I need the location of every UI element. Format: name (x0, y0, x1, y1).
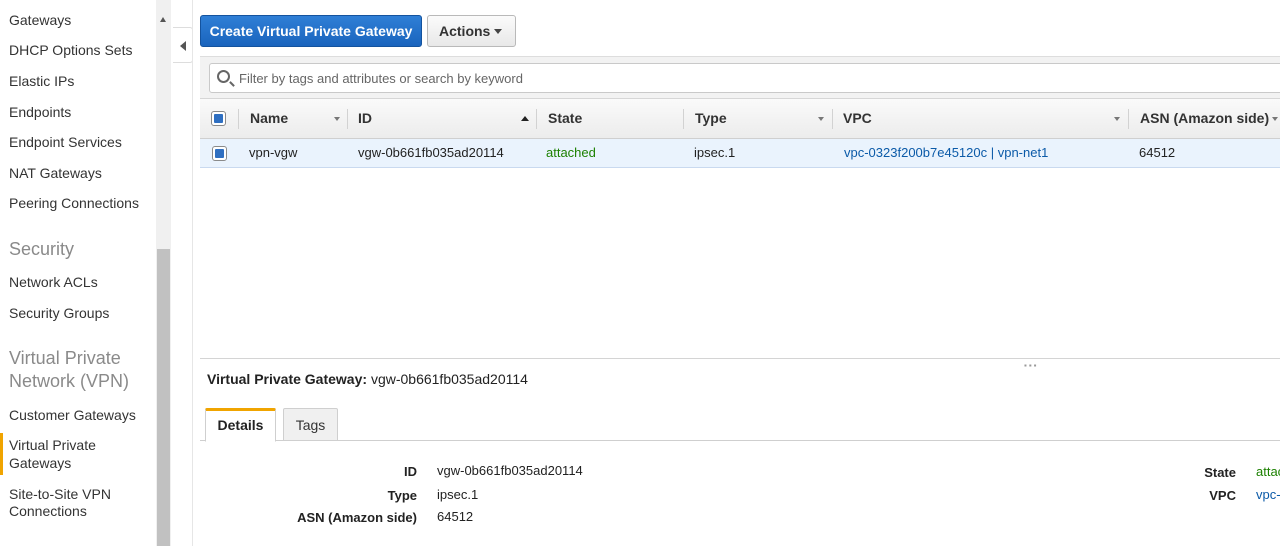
sidebar-item-network-acls[interactable]: Network ACLs (9, 273, 98, 291)
sidebar: Gateways DHCP Options Sets Elastic IPs E… (0, 0, 156, 546)
column-header-type[interactable]: Type (695, 99, 727, 139)
filter-input[interactable]: Filter by tags and attributes or search … (209, 63, 1280, 93)
column-separator (347, 109, 348, 129)
field-label-asn: ASN (Amazon side) (297, 510, 417, 525)
sidebar-active-indicator (0, 433, 3, 475)
sort-icon[interactable] (1272, 117, 1278, 121)
column-separator (683, 109, 684, 129)
scrollbar-thumb[interactable] (157, 249, 170, 546)
sidebar-item-peering-connections[interactable]: Peering Connections (9, 194, 139, 212)
table-row[interactable]: vpn-vgw vgw-0b661fb035ad20114 attached i… (200, 139, 1280, 168)
sidebar-scrollbar[interactable] (156, 0, 171, 546)
column-header-asn[interactable]: ASN (Amazon side) (1140, 99, 1269, 139)
detail-title: Virtual Private Gateway: vgw-0b661fb035a… (207, 371, 528, 387)
collapse-sidebar-button[interactable] (173, 27, 193, 63)
search-icon (217, 70, 230, 83)
field-value-asn: 64512 (437, 509, 474, 524)
cell-type: ipsec.1 (694, 145, 736, 160)
create-virtual-private-gateway-button[interactable]: Create Virtual Private Gateway (200, 15, 422, 47)
column-separator (536, 109, 537, 129)
tabs-baseline (200, 440, 1280, 441)
column-header-vpc[interactable]: VPC (843, 99, 872, 139)
column-header-id[interactable]: ID (358, 99, 372, 139)
chevron-down-icon (494, 29, 502, 34)
detail-title-value: vgw-0b661fb035ad20114 (370, 371, 528, 387)
sort-ascending-icon[interactable] (521, 116, 529, 121)
chevron-left-icon (180, 41, 186, 51)
sidebar-item-nat-gateways[interactable]: NAT Gateways (9, 164, 102, 182)
select-all-checkbox[interactable] (211, 111, 226, 126)
actions-label: Actions (439, 23, 491, 39)
table-header: Name ID State Type VPC ASN (Amazon side) (200, 98, 1280, 139)
resize-grip-icon[interactable]: ▪▪▪ (1024, 361, 1039, 370)
sidebar-item-virtual-private-gateways-line1[interactable]: Virtual Private (9, 436, 96, 454)
cell-id: vgw-0b661fb035ad20114 (358, 145, 504, 160)
filter-placeholder: Filter by tags and attributes or search … (239, 71, 523, 86)
sidebar-item-dhcp-options-sets[interactable]: DHCP Options Sets (9, 41, 132, 59)
sort-icon[interactable] (1114, 117, 1120, 121)
column-separator (238, 109, 239, 129)
field-value-id: vgw-0b661fb035ad20114 (437, 463, 583, 478)
field-label-type: Type (387, 488, 417, 503)
field-label-vpc: VPC (1209, 488, 1236, 503)
cell-name: vpn-vgw (249, 145, 298, 160)
field-label-state: State (1204, 465, 1236, 480)
sidebar-heading-vpn-line2: Network (VPN) (9, 371, 130, 391)
scroll-up-icon[interactable] (160, 17, 166, 22)
actions-button[interactable]: Actions (427, 15, 516, 47)
content-divider (192, 0, 193, 546)
tab-details[interactable]: Details (205, 408, 276, 442)
column-header-name[interactable]: Name (250, 99, 288, 139)
column-separator (832, 109, 833, 129)
sidebar-heading-vpn-line1: Virtual Private (9, 348, 121, 368)
column-separator (1128, 109, 1129, 129)
cell-state: attached (546, 145, 596, 160)
cell-asn: 64512 (1139, 145, 1176, 160)
sort-icon[interactable] (334, 117, 340, 121)
sidebar-item-site-to-site-vpn-line2[interactable]: Connections (9, 502, 87, 520)
cell-vpc-link[interactable]: vpc-0323f200b7e45120c | vpn-net1 (844, 139, 1048, 167)
field-value-type: ipsec.1 (437, 487, 479, 502)
tab-tags[interactable]: Tags (283, 408, 338, 441)
row-checkbox[interactable] (212, 146, 227, 161)
sidebar-item-customer-gateways[interactable]: Customer Gateways (9, 406, 136, 424)
sort-icon[interactable] (818, 117, 824, 121)
sidebar-item-virtual-private-gateways-line2[interactable]: Gateways (9, 454, 71, 472)
detail-title-label: Virtual Private Gateway: (207, 371, 368, 387)
sidebar-item-security-groups[interactable]: Security Groups (9, 304, 109, 322)
field-label-id: ID (404, 464, 417, 479)
sidebar-item-gateways[interactable]: Gateways (9, 11, 71, 29)
filter-bar: Filter by tags and attributes or search … (200, 56, 1280, 98)
sidebar-item-endpoint-services[interactable]: Endpoint Services (9, 133, 122, 151)
column-header-state[interactable]: State (548, 99, 582, 139)
field-value-state: attac (1256, 464, 1280, 479)
field-value-vpc-link[interactable]: vpc- (1256, 487, 1280, 502)
sidebar-item-elastic-ips[interactable]: Elastic IPs (9, 72, 74, 90)
sidebar-item-site-to-site-vpn-line1[interactable]: Site-to-Site VPN (9, 485, 111, 503)
pane-splitter[interactable] (200, 358, 1280, 359)
sidebar-heading-security: Security (9, 239, 75, 259)
sidebar-item-endpoints[interactable]: Endpoints (9, 103, 71, 121)
